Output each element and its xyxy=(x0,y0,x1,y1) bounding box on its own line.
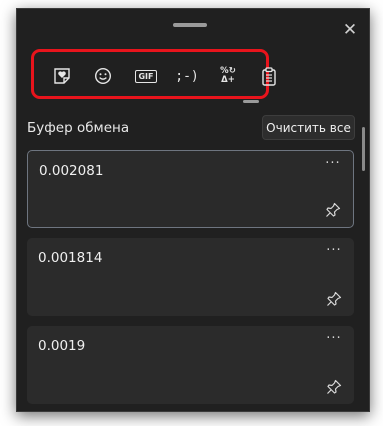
emoji-clipboard-panel: ✕ GIF ;-) %↻ Δ+ Буфер обмена Очистить вс… xyxy=(16,8,370,412)
pin-icon[interactable] xyxy=(326,291,342,307)
gif-icon: GIF xyxy=(135,69,157,83)
more-options-icon[interactable]: ··· xyxy=(324,332,344,350)
tab-symbols[interactable]: %↻ Δ+ xyxy=(214,64,242,88)
clipboard-item-text: 0.001814 xyxy=(38,250,103,266)
more-options-icon[interactable]: ··· xyxy=(323,157,343,175)
pin-icon[interactable] xyxy=(325,202,341,218)
symbols-icon: %↻ Δ+ xyxy=(220,66,236,85)
clipboard-item[interactable]: 0.0019 ··· xyxy=(27,326,354,404)
scrollbar-thumb[interactable] xyxy=(362,127,365,171)
active-tab-indicator xyxy=(243,100,259,103)
more-options-icon[interactable]: ··· xyxy=(324,244,344,262)
close-button[interactable]: ✕ xyxy=(339,19,361,41)
clipboard-item[interactable]: 0.002081 ··· xyxy=(27,150,354,228)
category-tabbar: GIF ;-) %↻ Δ+ xyxy=(31,49,276,99)
clipboard-item-text: 0.002081 xyxy=(39,163,104,179)
clipboard-item[interactable]: 0.001814 ··· xyxy=(27,238,354,316)
tab-gif[interactable]: GIF xyxy=(132,64,160,88)
tab-clipboard[interactable] xyxy=(255,64,283,88)
clipboard-item-text: 0.0019 xyxy=(38,338,86,354)
drag-handle[interactable] xyxy=(173,23,207,27)
tab-emoji[interactable] xyxy=(89,64,117,88)
kaomoji-icon: ;-) xyxy=(175,68,199,84)
clipboard-icon xyxy=(262,66,276,86)
section-title: Буфер обмена xyxy=(27,120,130,136)
tab-kaomoji[interactable]: ;-) xyxy=(173,64,201,88)
close-icon: ✕ xyxy=(342,20,358,40)
heart-sticker-icon xyxy=(54,68,70,84)
clear-all-button[interactable]: Очистить все xyxy=(262,115,355,140)
pin-icon[interactable] xyxy=(326,379,342,395)
smiley-icon xyxy=(94,67,112,85)
tab-favorites[interactable] xyxy=(48,64,76,88)
